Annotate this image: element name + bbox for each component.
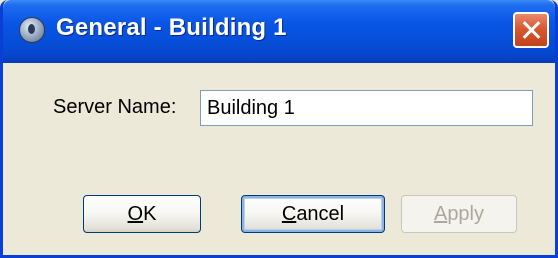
- server-name-label: Server Name:: [53, 96, 177, 118]
- ok-accel: O: [127, 202, 144, 225]
- apply-label: pply: [447, 202, 485, 225]
- server-name-input[interactable]: [200, 90, 533, 126]
- apply-button[interactable]: Apply: [401, 195, 517, 233]
- ok-button[interactable]: OK: [83, 195, 201, 233]
- app-icon: [19, 17, 45, 43]
- properties-dialog: General - Building 1 Server Name: OK Can…: [0, 0, 558, 258]
- cancel-label: ancel: [296, 202, 345, 225]
- title-bar[interactable]: General - Building 1: [3, 0, 555, 63]
- ok-label: K: [143, 202, 157, 225]
- cancel-accel: C: [281, 202, 297, 225]
- window-title: General - Building 1: [56, 14, 287, 41]
- apply-accel: A: [433, 202, 448, 225]
- cancel-button[interactable]: Cancel: [241, 195, 385, 233]
- close-icon[interactable]: [513, 12, 549, 48]
